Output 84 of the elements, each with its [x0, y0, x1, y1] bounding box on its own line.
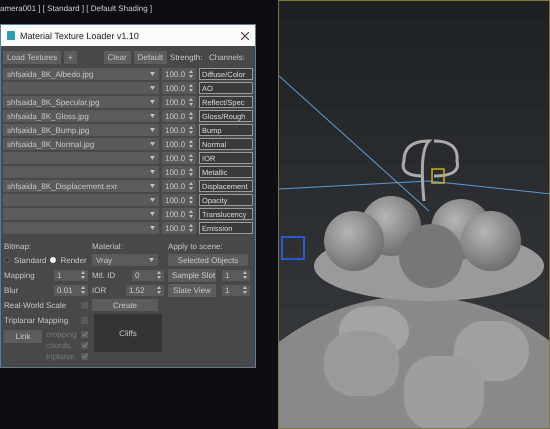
load-textures-button[interactable]: Load Textures — [3, 50, 62, 64]
field-label: Mtl. ID — [92, 270, 116, 280]
file-dropdown[interactable]: shfsaida_8K_Displacement.exr — [3, 180, 159, 192]
strength-spinner[interactable]: 100.0 — [162, 68, 196, 80]
number-spinner[interactable]: 1.52 — [126, 284, 164, 296]
checkbox-label: Triplanar Mapping — [4, 316, 68, 324]
dropdown-arrow-icon — [150, 184, 155, 188]
file-dropdown[interactable]: shfsaida_8K_Gloss.jpg — [3, 110, 159, 122]
dropdown-arrow-icon — [150, 114, 155, 118]
dropdown-arrow-icon — [150, 198, 155, 202]
number-spinner[interactable]: 0.01 — [54, 284, 88, 296]
strength-spinner[interactable]: 100.0 — [162, 180, 196, 192]
dropdown-arrow-icon — [150, 170, 155, 174]
strength-spinner[interactable]: 100.0 — [162, 82, 196, 94]
strength-spinner[interactable]: 100.0 — [162, 96, 196, 108]
spinner-arrows-icon[interactable] — [243, 286, 247, 294]
dropdown-arrow-icon — [150, 86, 155, 90]
dropdown-arrow-icon — [150, 128, 155, 132]
spinner-arrows-icon[interactable] — [157, 286, 161, 294]
dropdown-arrow-icon — [150, 156, 155, 160]
spinner-arrows-icon[interactable] — [243, 271, 247, 279]
file-dropdown[interactable]: shfsaida_8K_Normal.jpg — [3, 138, 159, 150]
create-button[interactable]: Create — [92, 299, 158, 311]
spinner-arrows-icon[interactable] — [189, 70, 193, 78]
window-title: Material Texture Loader v1.10 — [20, 30, 140, 40]
file-dropdown[interactable]: shfsaida_8K_Bump.jpg — [3, 124, 159, 136]
dropdown-arrow-icon — [149, 258, 154, 262]
section-label: Apply to scene: — [168, 242, 224, 251]
file-dropdown[interactable]: shfsaida_8K_Specular.jpg — [3, 96, 159, 108]
field-label: IOR — [92, 286, 106, 294]
clear-button[interactable]: Clear — [104, 50, 131, 64]
link-button[interactable]: Link — [4, 330, 42, 343]
app-icon — [7, 31, 15, 40]
radio-button[interactable] — [4, 257, 10, 263]
number-spinner[interactable]: 1 — [54, 270, 88, 280]
strength-header: Strength: — [170, 52, 204, 62]
spinner-arrows-icon[interactable] — [157, 271, 161, 279]
spinner-arrows-icon[interactable] — [189, 168, 193, 176]
section-label: Bitmap: — [4, 242, 32, 251]
strength-spinner[interactable]: 100.0 — [162, 194, 196, 206]
number-spinner[interactable]: 0 — [132, 270, 164, 280]
spinner-arrows-icon[interactable] — [189, 126, 193, 134]
channels-header: Channels: — [209, 52, 246, 62]
spinner-arrows-icon[interactable] — [189, 196, 193, 204]
spinner-arrows-icon[interactable] — [189, 210, 193, 218]
material-preview: Cliffs — [94, 314, 162, 352]
dropdown-arrow-icon — [150, 226, 155, 230]
spinner-arrows-icon[interactable] — [81, 286, 85, 294]
spinner-arrows-icon[interactable] — [189, 98, 193, 106]
number-spinner[interactable]: 1 — [222, 270, 250, 280]
selected-objects-button[interactable]: Selected Objects — [168, 254, 248, 266]
section-label: Material: — [92, 242, 124, 251]
dropdown-arrow-icon — [150, 100, 155, 104]
strength-spinner[interactable]: 100.0 — [162, 110, 196, 122]
spinner-arrows-icon[interactable] — [189, 84, 193, 92]
spinner-arrows-icon[interactable] — [189, 224, 193, 232]
field-label: Mapping — [4, 270, 35, 280]
sample-slot-button[interactable]: Sample Slot — [168, 268, 216, 282]
spinner-arrows-icon[interactable] — [189, 182, 193, 190]
spinner-arrows-icon[interactable] — [189, 112, 193, 120]
add-button[interactable]: + — [64, 50, 77, 64]
dropdown-arrow-icon — [150, 142, 155, 146]
strength-spinner[interactable]: 100.0 — [162, 208, 196, 220]
field-label: Blur — [4, 286, 18, 294]
strength-spinner[interactable]: 100.0 — [162, 138, 196, 150]
spinner-arrows-icon[interactable] — [189, 140, 193, 148]
number-spinner[interactable]: 1 — [222, 284, 250, 296]
dropdown-arrow-icon — [150, 72, 155, 76]
spinner-arrows-icon[interactable] — [189, 154, 193, 162]
viewport-label: amera001 ] [ Standard ] [ Default Shading ] — [0, 3, 154, 15]
dropdown-arrow-icon — [150, 212, 155, 216]
radio-label: Standard — [14, 256, 46, 264]
file-dropdown[interactable]: shfsaida_8K_Albedo.jpg — [3, 68, 159, 80]
checkbox-label: Real-World Scale — [4, 300, 66, 310]
material-dropdown[interactable]: Vray — [92, 254, 158, 266]
default-button[interactable]: Default — [134, 50, 167, 64]
strength-spinner[interactable]: 100.0 — [162, 222, 196, 234]
strength-spinner[interactable]: 100.0 — [162, 152, 196, 164]
slate-view-button[interactable]: Slate View — [168, 284, 216, 296]
strength-spinner[interactable]: 100.0 — [162, 166, 196, 178]
spinner-arrows-icon[interactable] — [81, 271, 85, 279]
close-icon[interactable] — [241, 32, 249, 40]
radio-label: Render — [60, 256, 87, 264]
strength-spinner[interactable]: 100.0 — [162, 124, 196, 136]
